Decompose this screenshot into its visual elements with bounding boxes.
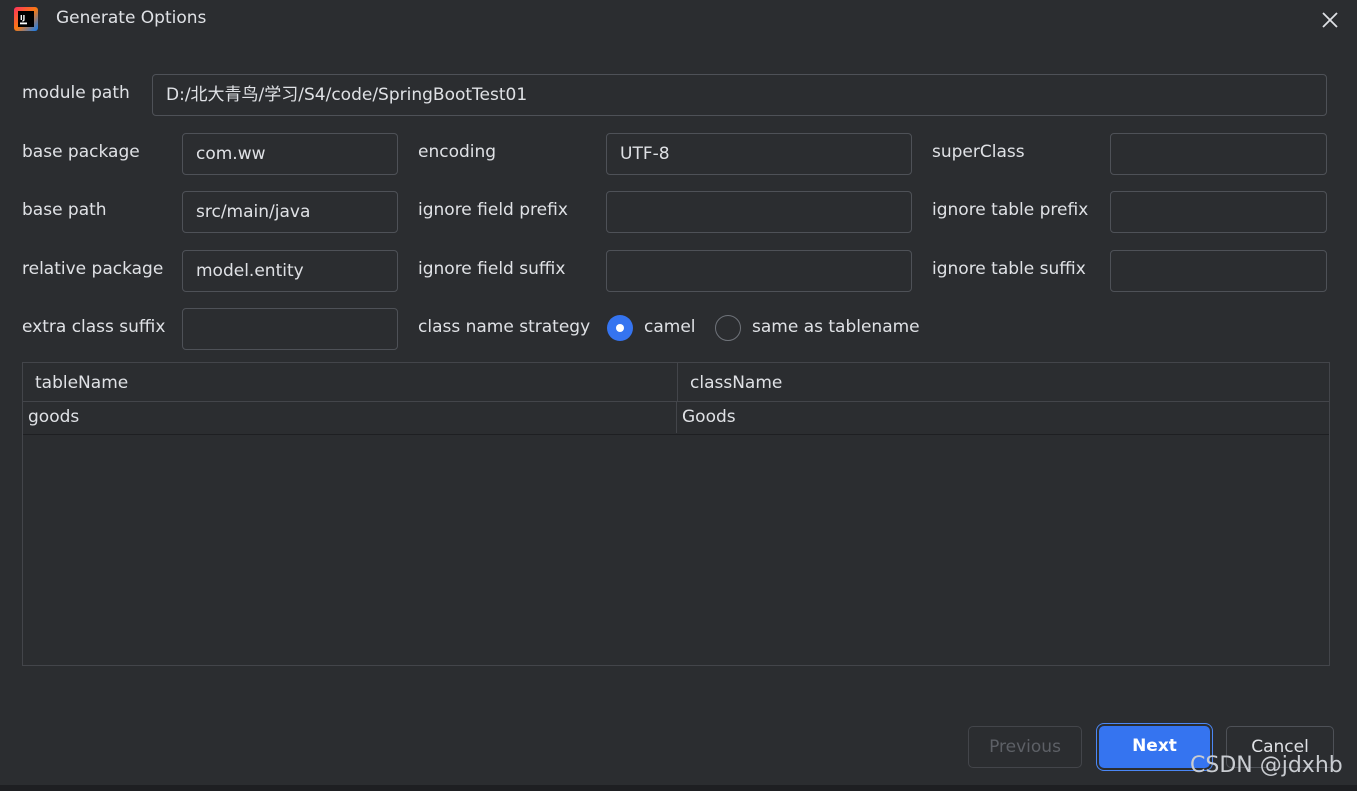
extra-class-suffix-label: extra class suffix <box>22 317 166 337</box>
ignore-table-prefix-label: ignore table prefix <box>932 200 1089 220</box>
window-title: Generate Options <box>56 8 207 28</box>
ignore-field-suffix-label: ignore field suffix <box>418 259 566 279</box>
base-package-label: base package <box>22 142 140 162</box>
same-as-tablename-radio-label[interactable]: same as tablename <box>752 317 920 337</box>
column-header-classname[interactable]: className <box>678 363 1329 402</box>
intellij-idea-icon: IJ <box>14 7 38 31</box>
camel-radio-label[interactable]: camel <box>644 317 696 337</box>
ignore-table-suffix-label: ignore table suffix <box>932 259 1086 279</box>
module-path-label: module path <box>22 83 130 103</box>
watermark: CSDN @jdxhb <box>1190 753 1343 778</box>
superclass-label: superClass <box>932 142 1025 162</box>
ignore-field-suffix-input[interactable] <box>606 250 912 292</box>
column-header-tablename[interactable]: tableName <box>23 363 678 402</box>
table-cell-tablename[interactable]: goods <box>23 402 677 433</box>
ignore-table-prefix-input[interactable] <box>1110 191 1327 233</box>
table-cell-classname[interactable]: Goods <box>677 402 1329 433</box>
svg-text:IJ: IJ <box>20 14 25 22</box>
same-as-tablename-radio[interactable] <box>715 315 741 341</box>
class-name-strategy-label: class name strategy <box>418 317 591 337</box>
relative-package-label: relative package <box>22 259 164 279</box>
base-path-label: base path <box>22 200 107 220</box>
ignore-table-suffix-input[interactable] <box>1110 250 1327 292</box>
bottom-edge <box>0 785 1357 791</box>
ignore-field-prefix-input[interactable] <box>606 191 912 233</box>
title-bar: IJ Generate Options <box>0 0 1357 40</box>
encoding-input[interactable]: UTF-8 <box>606 133 912 175</box>
encoding-label: encoding <box>418 142 497 162</box>
table-row[interactable]: goods Goods <box>23 402 1329 435</box>
table-mapping: tableName className goods Goods <box>22 362 1330 666</box>
ignore-field-prefix-label: ignore field prefix <box>418 200 568 220</box>
extra-class-suffix-input[interactable] <box>182 308 398 350</box>
module-path-input[interactable]: D:/北大青鸟/学习/S4/code/SpringBootTest01 <box>152 74 1327 116</box>
base-path-input[interactable]: src/main/java <box>182 191 398 233</box>
base-package-input[interactable]: com.ww <box>182 133 398 175</box>
close-icon[interactable] <box>1318 8 1342 32</box>
previous-button[interactable]: Previous <box>968 726 1082 768</box>
camel-radio[interactable] <box>607 315 633 341</box>
superclass-input[interactable] <box>1110 133 1327 175</box>
relative-package-input[interactable]: model.entity <box>182 250 398 292</box>
